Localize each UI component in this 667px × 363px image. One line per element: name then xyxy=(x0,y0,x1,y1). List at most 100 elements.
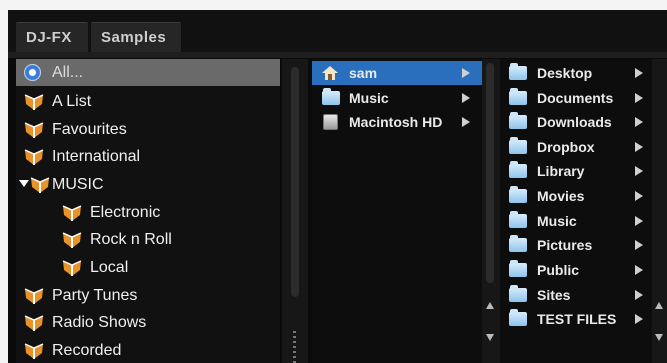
folder-label: Documents xyxy=(537,90,614,106)
folder-sites[interactable]: Sites xyxy=(500,283,652,307)
category-label: MUSIC xyxy=(52,176,104,193)
category-party-tunes[interactable]: Party Tunes xyxy=(16,282,280,309)
category-label: Electronic xyxy=(90,204,161,221)
category-label: A List xyxy=(52,93,92,110)
chevron-right-icon xyxy=(462,93,470,103)
folder-icon xyxy=(509,161,527,178)
category-label: Favourites xyxy=(52,121,127,138)
folder-icon xyxy=(509,137,527,154)
category-scroll-gutter xyxy=(282,59,308,363)
resize-grip[interactable] xyxy=(293,331,296,363)
folder-icon xyxy=(509,285,527,302)
chevron-right-icon xyxy=(635,265,643,275)
chevron-right-icon xyxy=(635,216,643,226)
category-favourites[interactable]: Favourites xyxy=(16,116,280,143)
expand-triangle-icon[interactable] xyxy=(19,180,29,187)
chevron-right-icon xyxy=(635,117,643,127)
folder-label: Library xyxy=(537,163,585,179)
category-music[interactable]: MUSIC xyxy=(16,171,280,198)
hard-drive-icon xyxy=(323,114,338,130)
category-local[interactable]: Local xyxy=(16,254,280,281)
category-label: Party Tunes xyxy=(52,287,138,304)
folder-documents[interactable]: Documents xyxy=(500,86,652,110)
crate-icon xyxy=(62,232,82,248)
tab-divider xyxy=(8,52,667,58)
category-scrollbar[interactable] xyxy=(291,67,299,297)
crate-icon xyxy=(62,205,82,221)
chevron-right-icon xyxy=(635,191,643,201)
folder-pictures[interactable]: Pictures xyxy=(500,233,652,257)
crate-icon xyxy=(24,288,44,304)
folder-label: Sites xyxy=(537,287,571,303)
folder-label: Public xyxy=(537,262,580,278)
crate-icon xyxy=(24,94,44,110)
chevron-right-icon xyxy=(462,68,470,78)
category-list: All... A List Favourites International M… xyxy=(16,59,280,363)
scroll-up-icon[interactable] xyxy=(655,302,663,309)
folder-downloads[interactable]: Downloads xyxy=(500,110,652,134)
crate-icon xyxy=(24,315,44,331)
folder-label: TEST FILES xyxy=(537,311,617,327)
chevron-right-icon xyxy=(635,93,643,103)
chevron-right-icon xyxy=(635,240,643,250)
folder-movies[interactable]: Movies xyxy=(500,184,652,208)
category-label: Local xyxy=(90,259,129,276)
category-label: Recorded xyxy=(52,342,122,359)
folder-icon xyxy=(509,260,527,277)
scroll-up-icon[interactable] xyxy=(486,302,494,309)
location-label: sam xyxy=(349,65,378,81)
location-macintosh-hd[interactable]: Macintosh HD xyxy=(312,110,482,134)
folder-label: Desktop xyxy=(537,65,593,81)
folder-scroll-gutter xyxy=(652,59,667,363)
chevron-right-icon xyxy=(635,166,643,176)
folder-label: Music xyxy=(537,213,577,229)
crate-icon xyxy=(24,122,44,138)
location-column: sam Music Macintosh HD xyxy=(312,59,482,363)
category-label: Radio Shows xyxy=(52,314,147,331)
folder-dropbox[interactable]: Dropbox xyxy=(500,135,652,159)
crate-icon xyxy=(24,343,44,359)
category-international[interactable]: International xyxy=(16,143,280,170)
location-sam[interactable]: sam xyxy=(312,61,482,85)
chevron-right-icon xyxy=(635,68,643,78)
category-radio-shows[interactable]: Radio Shows xyxy=(16,309,280,336)
chevron-right-icon xyxy=(635,142,643,152)
crate-icon xyxy=(62,260,82,276)
column-scroll-gutter xyxy=(482,59,500,363)
chevron-right-icon xyxy=(635,314,643,324)
folder-icon xyxy=(322,88,340,105)
folder-icon xyxy=(509,235,527,252)
chevron-right-icon xyxy=(635,290,643,300)
folder-icon xyxy=(509,63,527,80)
crate-icon xyxy=(24,149,44,165)
folder-icon xyxy=(509,186,527,203)
folder-icon xyxy=(509,88,527,105)
location-label: Music xyxy=(349,90,389,106)
location-music[interactable]: Music xyxy=(312,86,482,110)
category-all[interactable]: All... xyxy=(16,59,280,86)
folder-label: Pictures xyxy=(537,237,593,253)
folder-library[interactable]: Library xyxy=(500,159,652,183)
folder-column: Desktop Documents Downloads Dropbox Libr… xyxy=(500,59,652,363)
category-label: All... xyxy=(52,64,84,81)
folder-desktop[interactable]: Desktop xyxy=(500,61,652,85)
category-a-list[interactable]: A List xyxy=(16,88,280,115)
column-scrollbar[interactable] xyxy=(486,63,494,283)
folder-icon xyxy=(509,309,527,326)
category-recorded[interactable]: Recorded xyxy=(16,337,280,363)
folder-test-files[interactable]: TEST FILES xyxy=(500,307,652,331)
scroll-down-icon[interactable] xyxy=(655,334,663,341)
folder-music[interactable]: Music xyxy=(500,209,652,233)
scroll-down-icon[interactable] xyxy=(486,334,494,341)
folder-label: Dropbox xyxy=(537,139,595,155)
folder-label: Downloads xyxy=(537,114,612,130)
folder-public[interactable]: Public xyxy=(500,258,652,282)
category-electronic[interactable]: Electronic xyxy=(16,199,280,226)
category-label: International xyxy=(52,148,141,165)
tab-dj-fx[interactable]: DJ-FX xyxy=(16,22,88,52)
tab-samples[interactable]: Samples xyxy=(91,22,181,52)
location-label: Macintosh HD xyxy=(349,114,443,130)
chevron-right-icon xyxy=(462,117,470,127)
category-rock-n-roll[interactable]: Rock n Roll xyxy=(16,226,280,253)
category-label: Rock n Roll xyxy=(90,231,172,248)
